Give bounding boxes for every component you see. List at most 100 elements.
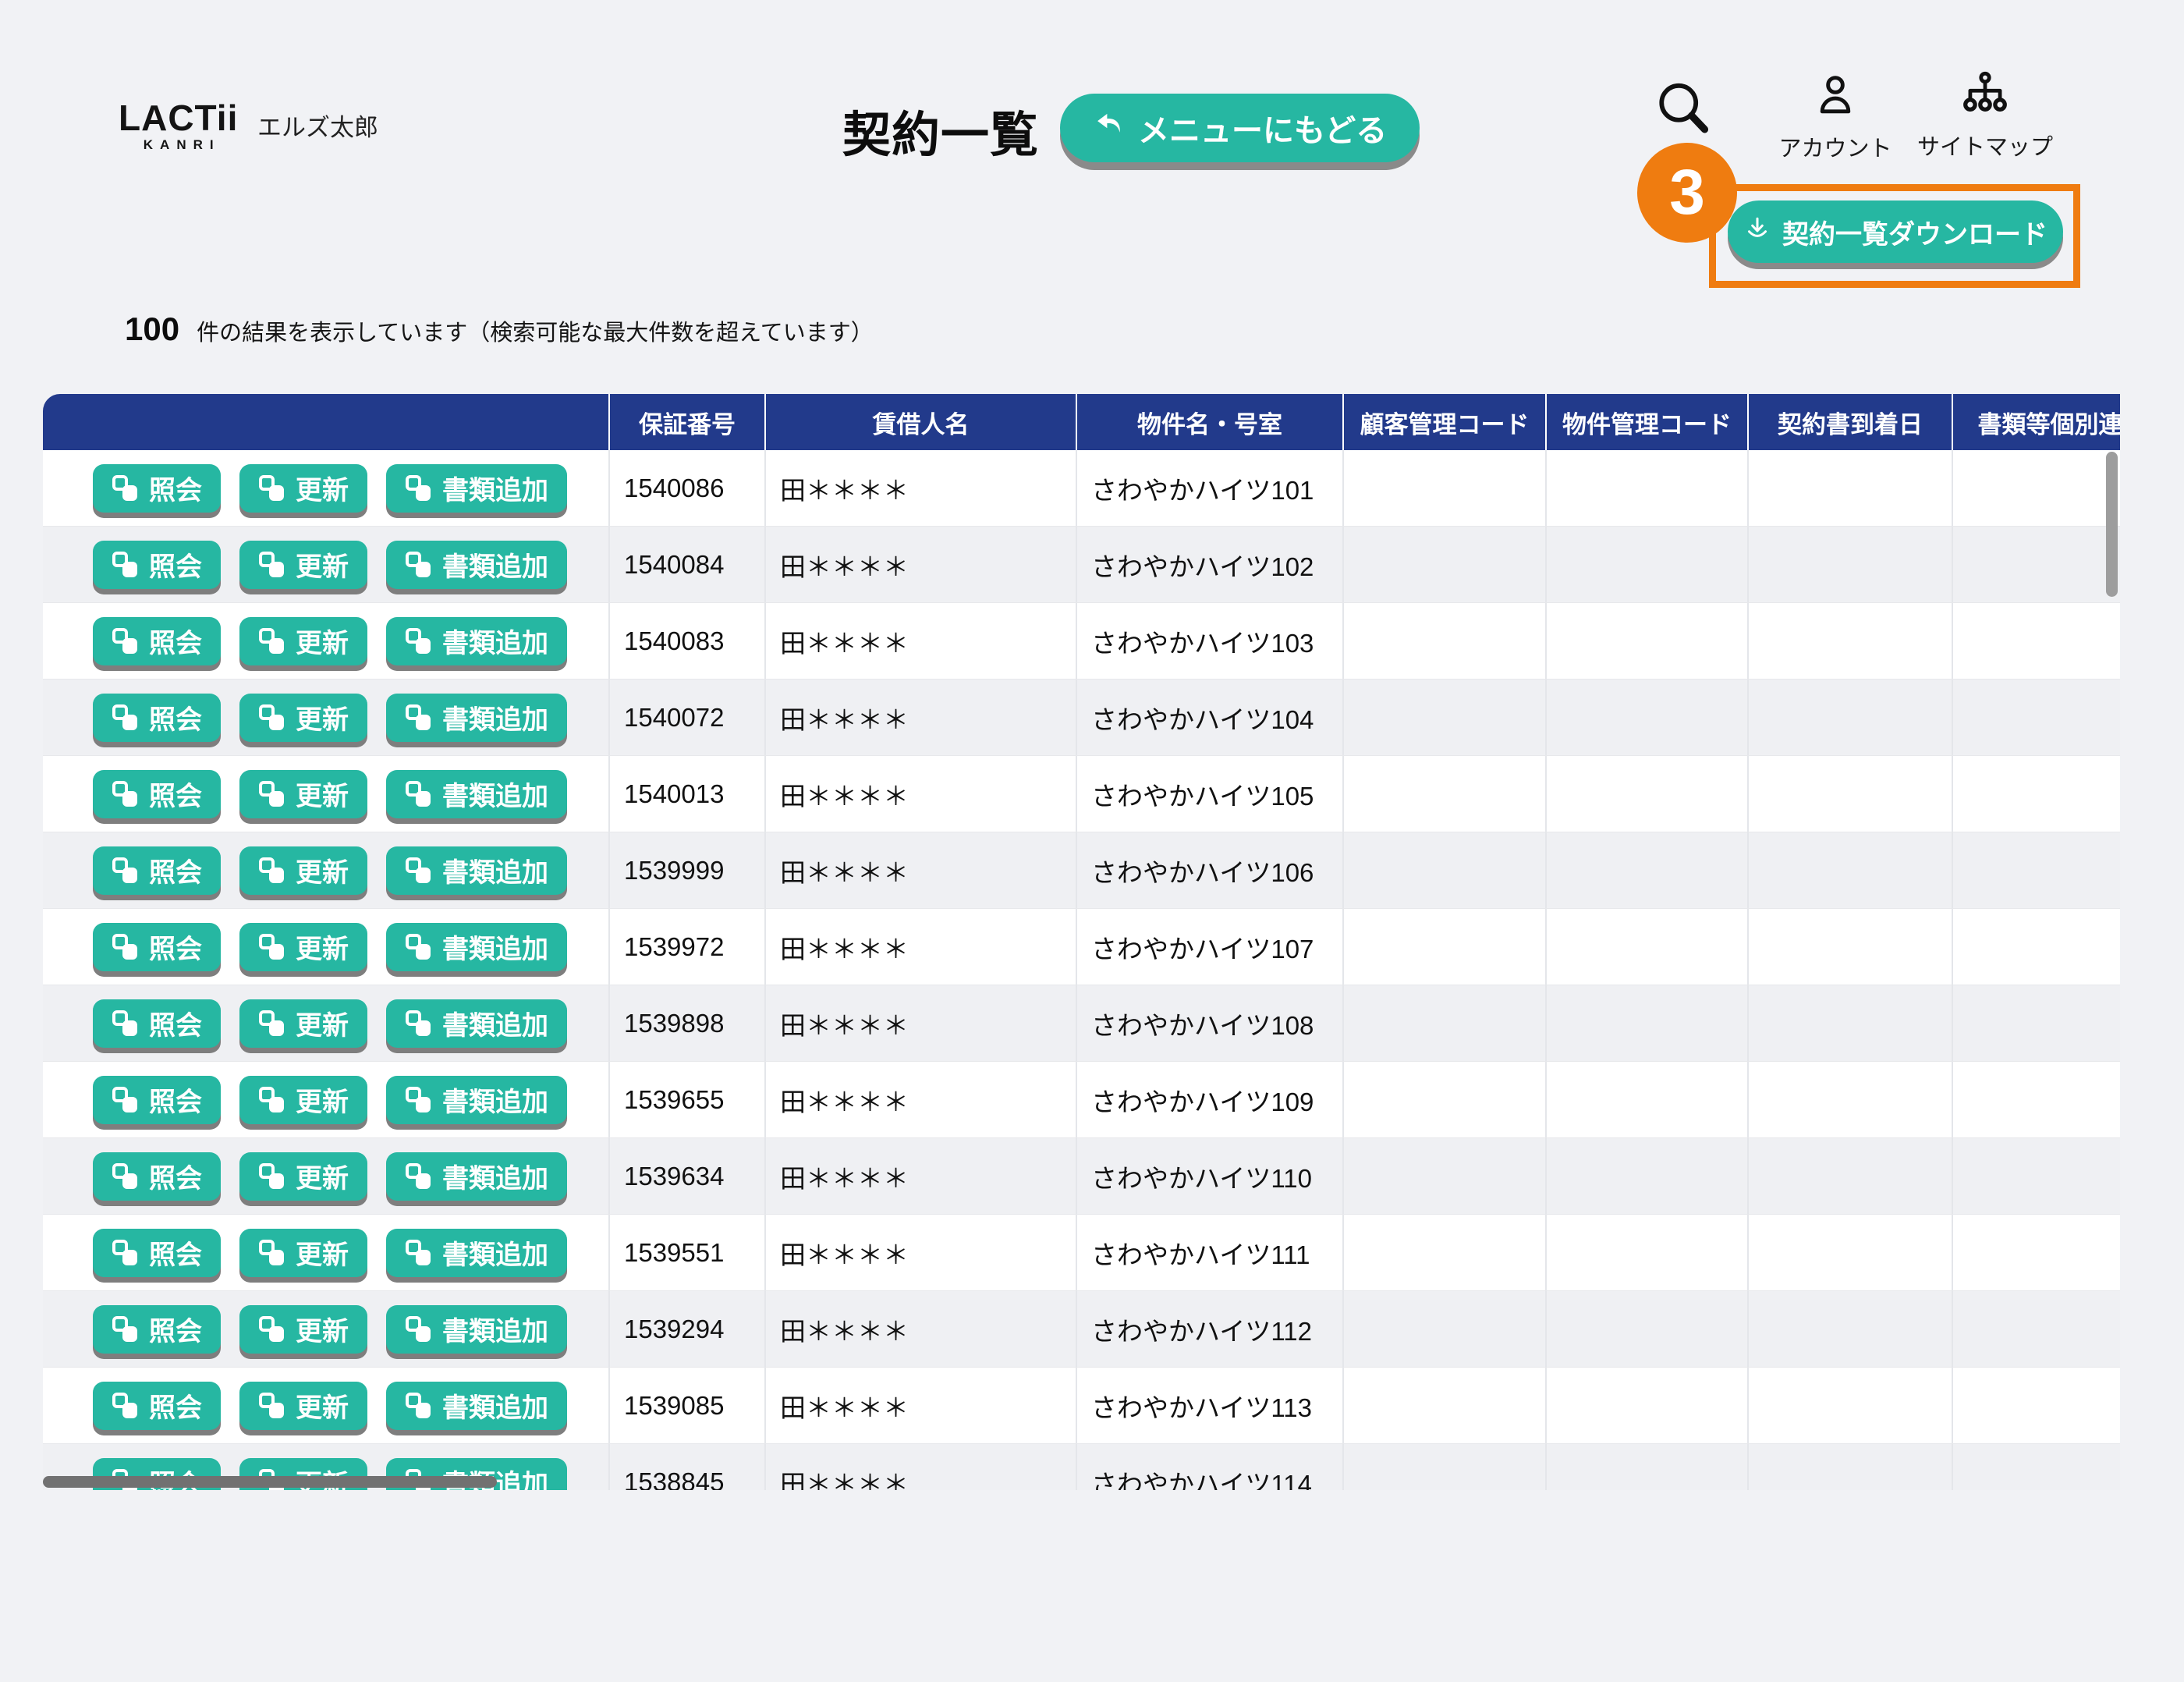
- table-row: 照会 更新 書類追加 1540084 田＊＊＊＊ さわやかハイツ102: [43, 527, 2120, 603]
- sitemap-label: サイトマップ: [1916, 135, 2053, 160]
- inquiry-button[interactable]: 照会: [93, 616, 221, 665]
- inquiry-button[interactable]: 照会: [93, 1151, 221, 1201]
- inquiry-button[interactable]: 照会: [93, 922, 221, 971]
- copy-icon: [405, 1239, 433, 1267]
- cell-property-name: さわやかハイツ104: [1077, 680, 1344, 755]
- search-icon[interactable]: [1654, 78, 1713, 139]
- add-documents-button[interactable]: 書類追加: [386, 693, 567, 742]
- cell-customer-code: [1344, 985, 1547, 1061]
- copy-icon: [258, 1392, 286, 1420]
- cell-document-contact: [1953, 832, 2120, 908]
- cell-tenant-name: 田＊＊＊＊: [766, 603, 1077, 679]
- user-name: エルズ太郎: [257, 114, 378, 141]
- cell-property-name: さわやかハイツ109: [1077, 1062, 1344, 1137]
- cell-customer-code: [1344, 756, 1547, 832]
- cell-contract-arrival-date: [1749, 680, 1953, 755]
- inquiry-label: 照会: [149, 782, 202, 811]
- inquiry-button[interactable]: 照会: [93, 769, 221, 818]
- brand-name: LACTii: [119, 98, 239, 138]
- copy-icon: [258, 780, 286, 808]
- cell-actions: 照会 更新 書類追加: [43, 603, 610, 679]
- table-horizontal-scrollbar[interactable]: [43, 1476, 497, 1488]
- cell-property-code: [1547, 1291, 1749, 1367]
- update-button[interactable]: 更新: [239, 616, 367, 665]
- cell-property-name: さわやかハイツ111: [1077, 1215, 1344, 1290]
- cell-property-name: さわやかハイツ105: [1077, 756, 1344, 832]
- table-row: 照会 更新 書類追加 1539898 田＊＊＊＊ さわやかハイツ108: [43, 985, 2120, 1062]
- results-count: 100: [125, 310, 180, 347]
- add-documents-button[interactable]: 書類追加: [386, 540, 567, 589]
- add-documents-label: 書類追加: [442, 1240, 548, 1270]
- cell-property-code: [1547, 450, 1749, 526]
- cell-tenant-name: 田＊＊＊＊: [766, 680, 1077, 755]
- inquiry-button[interactable]: 照会: [93, 1381, 221, 1430]
- download-contract-list-button[interactable]: 契約一覧ダウンロード: [1728, 200, 2063, 263]
- add-documents-button[interactable]: 書類追加: [386, 1151, 567, 1201]
- inquiry-button[interactable]: 照会: [93, 540, 221, 589]
- cell-property-code: [1547, 1138, 1749, 1214]
- add-documents-button[interactable]: 書類追加: [386, 922, 567, 971]
- update-button[interactable]: 更新: [239, 769, 367, 818]
- cell-property-code: [1547, 756, 1749, 832]
- table-vertical-scrollbar[interactable]: [2106, 452, 2118, 597]
- inquiry-button[interactable]: 照会: [93, 846, 221, 895]
- cell-property-name: さわやかハイツ112: [1077, 1291, 1344, 1367]
- add-documents-button[interactable]: 書類追加: [386, 769, 567, 818]
- inquiry-label: 照会: [149, 935, 202, 964]
- inquiry-button[interactable]: 照会: [93, 999, 221, 1048]
- cell-actions: 照会 更新 書類追加: [43, 756, 610, 832]
- update-button[interactable]: 更新: [239, 922, 367, 971]
- cell-customer-code: [1344, 1444, 1547, 1490]
- add-documents-button[interactable]: 書類追加: [386, 1228, 567, 1277]
- cell-contract-arrival-date: [1749, 603, 1953, 679]
- add-documents-button[interactable]: 書類追加: [386, 999, 567, 1048]
- table-row: 照会 更新 書類追加 1540086 田＊＊＊＊ さわやかハイツ101: [43, 450, 2120, 527]
- add-documents-button[interactable]: 書類追加: [386, 1381, 567, 1430]
- add-documents-button[interactable]: 書類追加: [386, 846, 567, 895]
- cell-property-name: さわやかハイツ108: [1077, 985, 1344, 1061]
- update-button[interactable]: 更新: [239, 1304, 367, 1354]
- cell-customer-code: [1344, 1062, 1547, 1137]
- cell-tenant-name: 田＊＊＊＊: [766, 756, 1077, 832]
- add-documents-label: 書類追加: [442, 935, 548, 964]
- page-title: 契約一覧: [842, 108, 1040, 162]
- inquiry-button[interactable]: 照会: [93, 1304, 221, 1354]
- update-button[interactable]: 更新: [239, 693, 367, 742]
- cell-property-name: さわやかハイツ103: [1077, 603, 1344, 679]
- update-button[interactable]: 更新: [239, 846, 367, 895]
- contracts-table: 保証番号 賃借人名 物件名・号室 顧客管理コード 物件管理コード 契約書到着日 書類等個別連…: [43, 394, 2120, 1490]
- update-label: 更新: [296, 1088, 349, 1117]
- inquiry-label: 照会: [149, 858, 202, 888]
- update-label: 更新: [296, 782, 349, 811]
- account-button[interactable]: アカウント: [1773, 72, 1898, 163]
- update-button[interactable]: 更新: [239, 1151, 367, 1201]
- inquiry-button[interactable]: 照会: [93, 693, 221, 742]
- cell-customer-code: [1344, 603, 1547, 679]
- cell-actions: 照会 更新 書類追加: [43, 1291, 610, 1367]
- add-documents-button[interactable]: 書類追加: [386, 616, 567, 665]
- update-button[interactable]: 更新: [239, 463, 367, 513]
- cell-contract-arrival-date: [1749, 1368, 1953, 1443]
- update-button[interactable]: 更新: [239, 1228, 367, 1277]
- sitemap-button[interactable]: サイトマップ: [1915, 70, 2055, 161]
- inquiry-button[interactable]: 照会: [93, 1228, 221, 1277]
- back-to-menu-button[interactable]: メニューにもどる: [1060, 94, 1420, 162]
- add-documents-button[interactable]: 書類追加: [386, 463, 567, 513]
- header-cell-tenant-name: 賃借人名: [766, 394, 1077, 450]
- inquiry-button[interactable]: 照会: [93, 1075, 221, 1124]
- update-label: 更新: [296, 1164, 349, 1194]
- inquiry-button[interactable]: 照会: [93, 463, 221, 513]
- update-button[interactable]: 更新: [239, 999, 367, 1048]
- add-documents-button[interactable]: 書類追加: [386, 1304, 567, 1354]
- cell-tenant-name: 田＊＊＊＊: [766, 527, 1077, 602]
- copy-icon: [112, 1162, 140, 1191]
- cell-guarantee-number: 1540086: [610, 450, 766, 526]
- copy-icon: [258, 933, 286, 961]
- update-button[interactable]: 更新: [239, 1381, 367, 1430]
- update-button[interactable]: 更新: [239, 540, 367, 589]
- copy-icon: [258, 1086, 286, 1114]
- add-documents-button[interactable]: 書類追加: [386, 1075, 567, 1124]
- cell-actions: 照会 更新 書類追加: [43, 527, 610, 602]
- update-button[interactable]: 更新: [239, 1075, 367, 1124]
- inquiry-label: 照会: [149, 1317, 202, 1347]
